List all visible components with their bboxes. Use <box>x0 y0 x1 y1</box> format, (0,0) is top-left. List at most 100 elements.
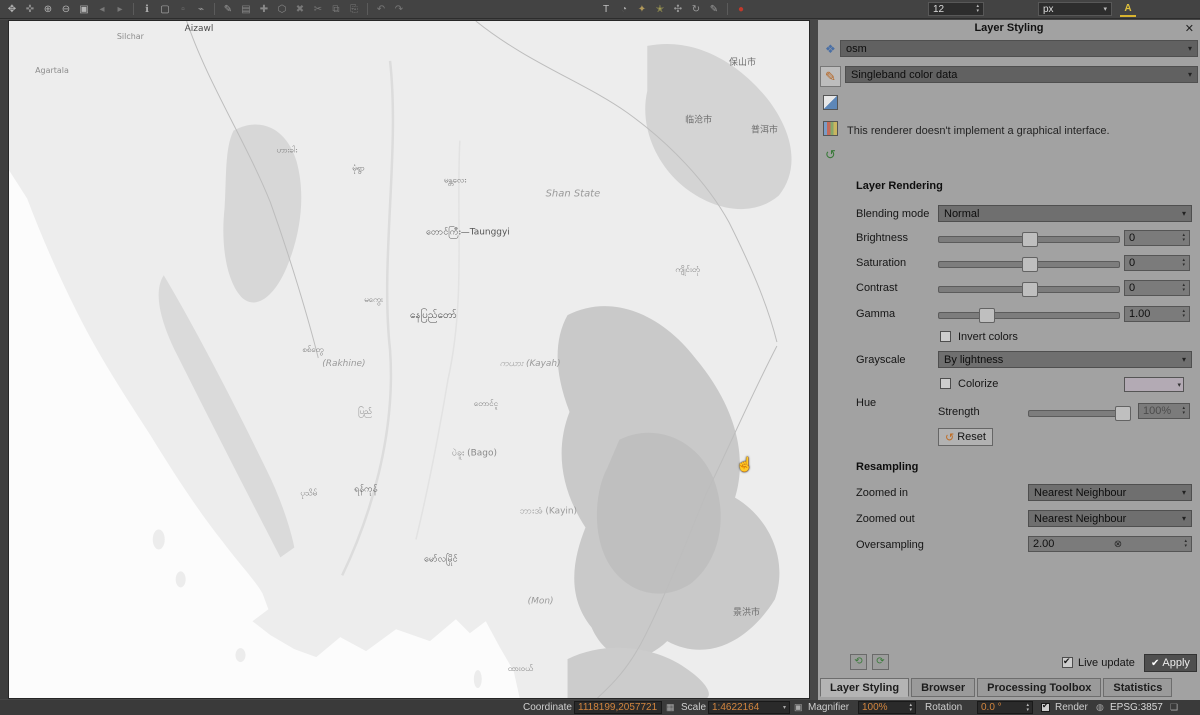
messages-icon[interactable]: ❏ <box>1170 700 1178 715</box>
deselect-features-icon[interactable]: ▫ <box>175 2 191 17</box>
toolbar-separator <box>367 3 368 15</box>
transparency-tab[interactable] <box>820 92 841 113</box>
panel-splitter[interactable] <box>810 20 818 700</box>
close-panel-icon[interactable]: ✕ <box>1185 22 1194 35</box>
font-color-icon[interactable]: A <box>1120 2 1136 17</box>
spinner-arrows-icon[interactable] <box>1026 703 1029 713</box>
histogram-tab[interactable] <box>820 118 841 139</box>
reset-button[interactable]: ↺ Reset <box>938 428 993 446</box>
blending-mode-dropdown[interactable]: Normal <box>938 205 1192 222</box>
grayscale-dropdown[interactable]: By lightness <box>938 351 1192 368</box>
highlight-pinned-labels-icon[interactable]: ✭ <box>652 2 668 17</box>
move-label-icon[interactable]: ✣ <box>670 2 686 17</box>
tab-browser[interactable]: Browser <box>911 678 975 697</box>
spinner-arrows-icon[interactable] <box>1182 258 1185 268</box>
spinner-arrows-icon[interactable] <box>1182 309 1185 319</box>
spinner-arrows-icon[interactable] <box>1182 406 1185 416</box>
saturation-slider-handle[interactable] <box>1022 257 1038 272</box>
strength-label: Strength <box>938 406 980 418</box>
colorize-color-swatch[interactable] <box>1124 377 1184 392</box>
toggle-editing-icon[interactable]: ✎ <box>220 2 236 17</box>
label-unit-combobox[interactable]: px ▾ <box>1038 2 1112 16</box>
map-label: ဟားခါး <box>276 145 298 155</box>
spinner-arrows-icon[interactable] <box>909 703 912 713</box>
symbology-tab[interactable]: ✎ <box>820 66 841 87</box>
pin-labels-icon[interactable]: ✦ <box>634 2 650 17</box>
tab-processing-toolbox[interactable]: Processing Toolbox <box>977 678 1101 697</box>
invert-colors-checkbox[interactable] <box>940 331 951 342</box>
hue-label: Hue <box>856 397 876 409</box>
lock-scale-icon[interactable]: ▣ <box>794 700 803 715</box>
saturation-slider[interactable] <box>938 261 1120 268</box>
spinner-arrows-icon[interactable] <box>976 4 979 14</box>
coordinate-input[interactable]: 1118199,2057721 <box>574 701 662 714</box>
contrast-spinbox[interactable]: 0 <box>1124 280 1190 296</box>
redo-icon[interactable]: ↷ <box>391 2 407 17</box>
zoomed-in-dropdown[interactable]: Nearest Neighbour <box>1028 484 1192 501</box>
apply-button[interactable]: ✔ Apply <box>1144 654 1197 672</box>
layer-labeling-options-icon[interactable]: T <box>598 2 614 17</box>
zoomed-out-dropdown[interactable]: Nearest Neighbour <box>1028 510 1192 527</box>
select-features-icon[interactable]: ▢ <box>157 2 173 17</box>
paste-features-icon[interactable]: ⎘ <box>346 2 362 17</box>
spinner-arrows-icon[interactable] <box>1182 283 1185 293</box>
histogram-icon <box>823 121 838 136</box>
discard-label-edits-icon[interactable]: ● <box>733 2 749 17</box>
scale-combobox[interactable]: 1:4622164 ▾ <box>708 701 790 714</box>
oversampling-spinbox[interactable]: 2.00 ⊗ <box>1028 536 1192 552</box>
gamma-slider-handle[interactable] <box>979 308 995 323</box>
undo-style-button[interactable]: ⟲ <box>850 654 867 670</box>
layer-diagram-options-icon[interactable]: ◔ <box>616 2 632 17</box>
gamma-spinbox[interactable]: 1.00 <box>1124 306 1190 322</box>
pan-to-selection-icon[interactable]: ✜ <box>22 2 38 17</box>
add-feature-icon[interactable]: ✚ <box>256 2 272 17</box>
redo-style-button[interactable]: ⟳ <box>872 654 889 670</box>
change-label-icon[interactable]: ✎ <box>706 2 722 17</box>
spinner-arrows-icon[interactable] <box>1182 233 1185 243</box>
tab-statistics[interactable]: Statistics <box>1103 678 1172 697</box>
crs-globe-icon[interactable]: ◍ <box>1096 700 1104 715</box>
render-checkbox[interactable] <box>1041 703 1050 712</box>
cut-features-icon[interactable]: ✂ <box>310 2 326 17</box>
undo-icon[interactable]: ↶ <box>373 2 389 17</box>
delete-selected-icon[interactable]: ✖ <box>292 2 308 17</box>
rotate-label-icon[interactable]: ↻ <box>688 2 704 17</box>
strength-slider-handle[interactable] <box>1115 406 1131 421</box>
rotation-spinbox[interactable]: 0.0 ° <box>977 701 1033 714</box>
zoom-full-icon[interactable]: ▣ <box>76 2 92 17</box>
history-tab[interactable]: ↺ <box>820 144 841 165</box>
strength-spinbox[interactable]: 100% <box>1138 403 1190 419</box>
measure-icon[interactable]: ⌁ <box>193 2 209 17</box>
contrast-slider[interactable] <box>938 286 1120 293</box>
renderer-dropdown[interactable]: Singleband color data <box>845 66 1198 83</box>
layer-select-dropdown[interactable]: osm <box>840 40 1198 57</box>
strength-slider[interactable] <box>1028 410 1130 417</box>
zoom-next-icon[interactable]: ▸ <box>112 2 128 17</box>
clear-value-icon[interactable]: ⊗ <box>1114 539 1125 550</box>
pan-icon[interactable]: ✥ <box>4 2 20 17</box>
spinner-arrows-icon[interactable] <box>1184 539 1187 549</box>
brightness-slider[interactable] <box>938 236 1120 243</box>
map-label: 景洪市 <box>733 606 760 618</box>
tab-layer-styling[interactable]: Layer Styling <box>820 678 909 697</box>
zoom-out-icon[interactable]: ⊖ <box>58 2 74 17</box>
live-update-checkbox[interactable] <box>1062 657 1073 668</box>
saturation-spinbox[interactable]: 0 <box>1124 255 1190 271</box>
map-canvas[interactable]: SilcharAizawlAgartalaဟားခါးမုံရွာမန္တလေး… <box>8 20 810 699</box>
label-font-size-spinbox[interactable]: 12 <box>928 2 984 16</box>
zoom-in-icon[interactable]: ⊕ <box>40 2 56 17</box>
zoom-last-icon[interactable]: ◂ <box>94 2 110 17</box>
font-size-value: 12 <box>933 4 944 15</box>
gamma-slider[interactable] <box>938 312 1120 319</box>
identify-features-icon[interactable]: ℹ <box>139 2 155 17</box>
brightness-spinbox[interactable]: 0 <box>1124 230 1190 246</box>
contrast-slider-handle[interactable] <box>1022 282 1038 297</box>
crs-value[interactable]: EPSG:3857 <box>1110 700 1163 715</box>
save-layer-edits-icon[interactable]: ▤ <box>238 2 254 17</box>
brightness-slider-handle[interactable] <box>1022 232 1038 247</box>
vertex-tool-icon[interactable]: ⬡ <box>274 2 290 17</box>
magnifier-spinbox[interactable]: 100% <box>858 701 916 714</box>
colorize-checkbox[interactable] <box>940 378 951 389</box>
extent-icon[interactable]: ▦ <box>666 700 675 715</box>
copy-features-icon[interactable]: ⧉ <box>328 2 344 17</box>
